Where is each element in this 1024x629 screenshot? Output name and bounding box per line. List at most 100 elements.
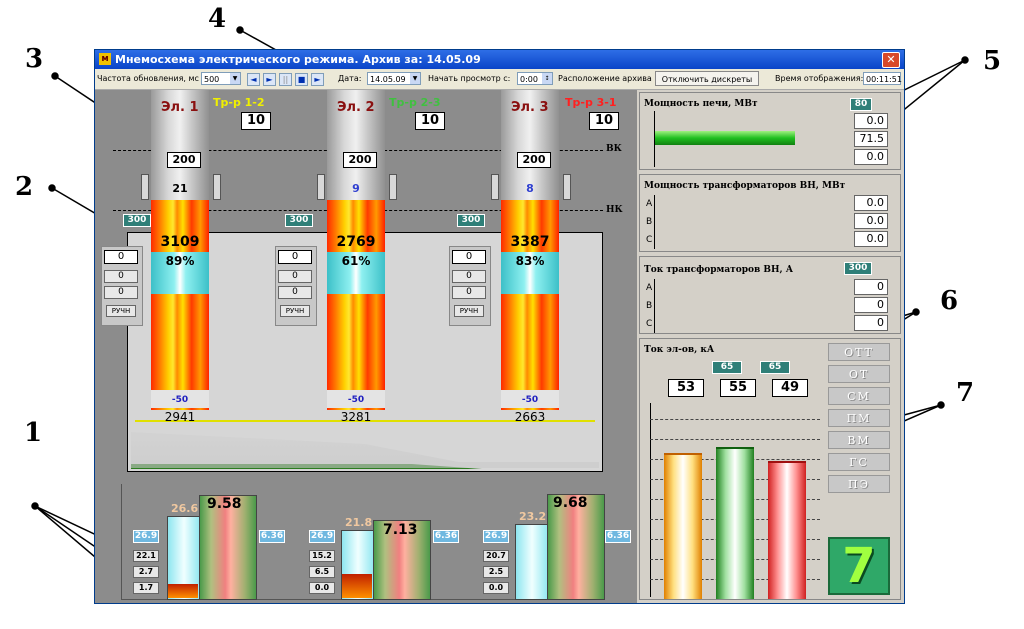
electrode-depth: 9 [352,182,360,195]
phase-left-label: 26.9 [309,530,335,543]
mnemonic-window: м Мнемосхема электрического режима. Архи… [94,49,905,604]
phase-right-label: 6.36 [605,530,631,543]
electrode-current-2: 55 [720,379,756,397]
electrode-bottom: -50 [171,395,189,405]
electrode-current-bar-2 [716,447,754,599]
grid-line [650,419,820,420]
control-value-a: 0 [452,270,486,283]
electrode-percent: 61% [341,254,371,268]
phase-a-label: A [646,283,653,293]
date-value: 14.05.09 [370,75,406,84]
transformer-tap: 10 [241,112,271,130]
furnace-power-value-b: 71.5 [854,131,888,147]
phase-stack-a: 22.1 [133,550,159,562]
manual-mode-button[interactable]: РУЧН [106,305,136,317]
step-indicator: 7 [828,537,890,595]
play-button[interactable]: ► [263,73,276,86]
electrode-percent: 83% [515,254,545,268]
title-bar[interactable]: м Мнемосхема электрического режима. Архи… [95,50,904,69]
electrode-bottom: -50 [347,395,365,405]
electrode-percent: 89% [165,254,195,268]
phase-red-segment [342,574,372,598]
phase-c-label: C [646,235,653,245]
transformer-current-axis [654,279,655,333]
electrode-hot-zone [151,200,209,410]
electrode-below-value: 2941 [164,410,196,424]
date-select[interactable]: 14.05.09 ▼ [367,72,421,85]
furnace-power-max: 80 [850,98,872,111]
phase-left-label: 26.9 [133,530,159,543]
status-ott-button[interactable]: ОТТ [828,343,890,361]
phase-top-value: 21.8 [345,516,373,529]
clamp-right [563,174,571,200]
status-pm-button[interactable]: ПМ [828,409,890,427]
date-label: Дата: [338,74,362,83]
phase-b-label: B [646,301,653,311]
electrode-power: 2769 [336,234,376,250]
nk-value: 300 [285,214,313,227]
electrode-current-1: 53 [668,379,704,397]
disable-discretes-button[interactable]: Отключить дискреты [655,71,759,86]
mnemo-icon: м [99,53,111,65]
furnace-power-value-c: 0.0 [854,149,888,165]
electrode-name: Эл. 1 [161,100,199,115]
bk-label: ВК [606,144,622,154]
refresh-value: 500 [204,75,220,84]
start-time-input[interactable]: 0:00 ↕ [517,72,553,85]
status-vm-button[interactable]: ВМ [828,431,890,449]
phase-stack-b: 6.5 [309,566,335,578]
status-ot-button[interactable]: ОТ [828,365,890,383]
clamp-right [213,174,221,200]
forward-button[interactable]: ► [311,73,324,86]
window-title: Мнемосхема электрического режима. Архив … [115,53,481,66]
control-value-b: 0 [452,286,486,299]
electrode-depth: 8 [526,182,534,195]
transformer-label: Тр-р 2-3 [389,96,441,109]
status-pe-button[interactable]: ПЭ [828,475,890,493]
phase-a-label: A [646,199,653,209]
electrode-position: 200 [343,152,377,168]
control-value-b: 0 [104,286,138,299]
rewind-button[interactable]: ◄ [247,73,260,86]
current-limit-a: 65 [712,361,742,374]
transformer-current-section: Ток трансформаторов ВН, А 300 A B C 0 0 … [639,256,901,334]
control-setpoint[interactable]: 0 [452,250,486,264]
stop-button[interactable]: ■ [295,73,308,86]
electrode-below-value: 3281 [340,410,372,424]
status-gs-button[interactable]: ГС [828,453,890,471]
phase-top-value: 23.2 [519,510,547,523]
control-setpoint[interactable]: 0 [278,250,312,264]
manual-mode-button[interactable]: РУЧН [280,305,310,317]
transformer-current-label: Ток трансформаторов ВН, А [644,265,794,275]
phase-big-value: 7.13 [383,522,418,538]
transformer-current-c: 0 [854,315,888,331]
grid-line [650,439,820,440]
control-value-a: 0 [104,270,138,283]
transformer-current-max: 300 [844,262,872,275]
status-sm-button[interactable]: СМ [828,387,890,405]
phase-red-segment [168,584,198,598]
close-button[interactable]: ✕ [882,52,900,68]
electrode-current-bar-1 [664,453,702,599]
transformer-tap: 10 [589,112,619,130]
transformer-tap: 10 [415,112,445,130]
phase-stack-a: 15.2 [309,550,335,562]
phase-stack-c: 0.0 [483,582,509,594]
electrode-bottom: -50 [521,395,539,405]
clamp-left [141,174,149,200]
transformer-power-axis [654,195,655,249]
electrode-position: 200 [167,152,201,168]
furnace-power-section: Мощность печи, МВт 80 0.0 71.5 0.0 [639,92,901,170]
display-time-value: 00:11:51 [863,72,902,85]
archive-location-button[interactable]: Расположение архива [558,69,652,89]
manual-mode-button[interactable]: РУЧН [454,305,484,317]
electrode-name: Эл. 2 [337,100,375,115]
pause-button[interactable]: || [279,73,292,86]
electrode-current-label: Ток эл-ов, кА [644,345,715,355]
electrode-position: 200 [517,152,551,168]
furnace-power-bar [655,131,795,145]
chevron-down-icon: ▼ [230,73,240,84]
control-setpoint[interactable]: 0 [104,250,138,264]
refresh-select[interactable]: 500 ▼ [201,72,241,85]
phase-stack-a: 20.7 [483,550,509,562]
